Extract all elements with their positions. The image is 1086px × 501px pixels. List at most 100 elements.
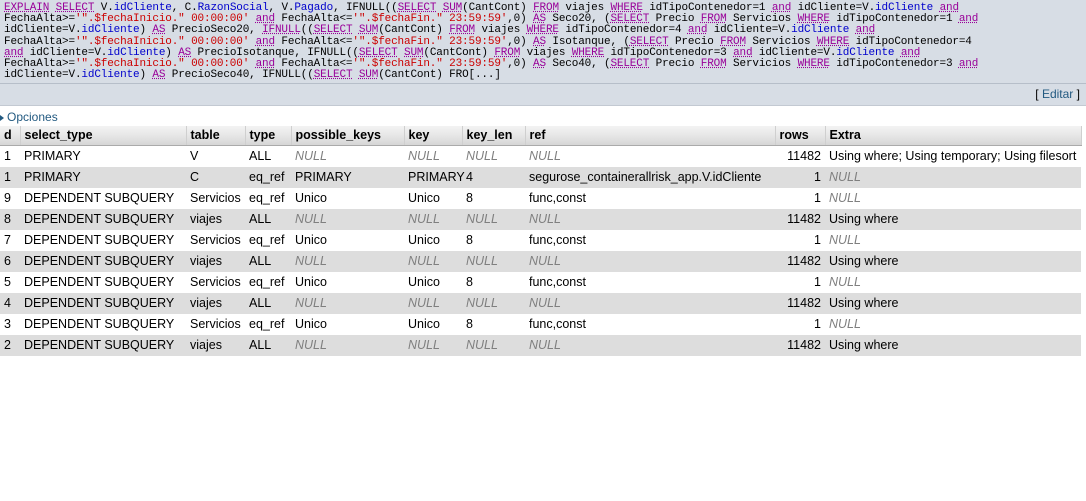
cell-possible_keys: Unico <box>291 230 404 252</box>
sql-token: SELECT <box>610 13 650 26</box>
table-row[interactable]: 5 DEPENDENT SUBQUERY Servicios eq_ref Unico U… <box>0 272 1081 294</box>
sql-token: (CantCont) FRO[...] <box>378 69 501 82</box>
null-value: NULL <box>295 254 327 269</box>
sql-token: AS <box>533 35 546 48</box>
cell-ref: segurose_containerallrisk_app.V.idClient… <box>525 167 775 189</box>
cell-table: viajes <box>186 293 245 315</box>
sql-token: PrecioSeco20, <box>165 24 263 37</box>
sql-token: AS <box>533 13 546 26</box>
table-row[interactable]: 4 DEPENDENT SUBQUERY viajes ALL NULL NULL NULL… <box>0 293 1081 315</box>
sql-token: FechaAlta<= <box>274 35 353 48</box>
cell-key: NULL <box>404 335 462 357</box>
table-row[interactable]: 8 DEPENDENT SUBQUERY viajes ALL NULL NULL NULL… <box>0 209 1081 231</box>
sql-token: idCliente=V. <box>707 24 792 37</box>
null-value: NULL <box>466 212 498 227</box>
sql-token: IFNULL(( <box>262 69 314 82</box>
sql-token: viajes <box>475 24 527 37</box>
sql-token: idCliente=V. <box>23 46 108 59</box>
null-value: NULL <box>466 254 498 269</box>
sql-query-text: EXPLAIN SELECT V.idCliente, C.RazonSocia… <box>4 2 1082 82</box>
table-header-row: d select_type table type possible_keys key key… <box>0 126 1082 147</box>
options-link[interactable]: Opciones <box>7 110 58 124</box>
sql-token: idCliente <box>836 46 895 59</box>
cell-key_len: NULL <box>462 251 525 273</box>
sql-token: WHERE <box>526 24 559 37</box>
table-row[interactable]: 2 DEPENDENT SUBQUERY viajes ALL NULL NULL NULL… <box>0 335 1081 357</box>
sql-token: '".$fechaFin." 23:59:59' <box>352 35 508 48</box>
cell-key: Unico <box>404 314 462 336</box>
sql-token: WHERE <box>610 2 643 14</box>
cell-key_len: NULL <box>462 145 525 168</box>
cell-ref: NULL <box>525 335 775 357</box>
cell-rows: 11482 <box>775 145 825 168</box>
table-row[interactable]: 6 DEPENDENT SUBQUERY viajes ALL NULL NULL NULL… <box>0 251 1081 273</box>
cell-extra: NULL <box>825 272 1081 294</box>
sql-token: idCliente <box>791 24 850 37</box>
sql-token: idCliente <box>107 46 166 59</box>
column-header-table[interactable]: table <box>186 126 246 147</box>
cell-extra: Using where <box>825 209 1081 231</box>
cell-possible_keys: Unico <box>291 272 404 294</box>
edit-query-link[interactable]: Editar <box>1042 87 1073 101</box>
sql-token: FROM <box>449 24 476 37</box>
sql-token: ,0) <box>507 13 534 26</box>
sql-token: and <box>733 46 753 59</box>
column-header-type[interactable]: type <box>245 126 292 147</box>
column-header-select_type[interactable]: select_type <box>20 126 187 147</box>
table-row[interactable]: 1 PRIMARY V ALL NULL NULL NULL NULL 11482 Using w… <box>0 145 1081 168</box>
cell-rows: 1 <box>775 272 825 294</box>
null-value: NULL <box>408 149 440 164</box>
sql-token: IFNULL <box>262 24 301 37</box>
column-header-rows[interactable]: rows <box>775 126 826 147</box>
column-header-key_len[interactable]: key_len <box>462 126 526 147</box>
null-value: NULL <box>829 317 861 332</box>
column-header-ref[interactable]: ref <box>525 126 776 147</box>
cell-select_type: DEPENDENT SUBQUERY <box>20 230 186 252</box>
sql-token: V. <box>281 2 295 14</box>
cell-key_len: 4 <box>462 167 525 189</box>
column-header-extra[interactable]: Extra <box>825 126 1082 147</box>
null-value: NULL <box>466 296 498 311</box>
table-row[interactable]: 9 DEPENDENT SUBQUERY Servicios eq_ref Unico U… <box>0 188 1081 210</box>
sql-token: Seco40, ( <box>545 58 611 71</box>
sql-token: '".$fechaInicio." 00:00:00' <box>74 13 250 26</box>
cell-d: 7 <box>0 230 20 252</box>
sql-token: WHERE <box>571 46 605 59</box>
column-header-key[interactable]: key <box>404 126 463 147</box>
cell-possible_keys: NULL <box>291 335 404 357</box>
sql-token: '".$fechaFin." 23:59:59' <box>352 13 508 26</box>
sql-token: C. <box>184 2 198 14</box>
sql-token: and <box>4 46 24 59</box>
sql-token: , <box>171 2 185 14</box>
sql-token: WHERE <box>816 35 850 48</box>
cell-possible_keys: NULL <box>291 251 404 273</box>
null-value: NULL <box>466 338 498 353</box>
sql-token: Pagado <box>294 2 334 14</box>
table-row[interactable]: 7 DEPENDENT SUBQUERY Servicios eq_ref Unico U… <box>0 230 1081 252</box>
cell-select_type: DEPENDENT SUBQUERY <box>20 293 186 315</box>
null-value: NULL <box>295 296 327 311</box>
null-value: NULL <box>408 212 440 227</box>
cell-key: NULL <box>404 293 462 315</box>
cell-select_type: DEPENDENT SUBQUERY <box>20 251 186 273</box>
null-value: NULL <box>295 212 327 227</box>
sql-token: and <box>900 46 921 59</box>
sql-token: ) <box>139 69 153 82</box>
sql-token: idTipoContenedor=4 <box>558 24 688 37</box>
cell-rows: 1 <box>775 167 825 189</box>
table-row[interactable]: 1 PRIMARY Ceq_ref PRIMARY PRIMARY 4 segurose_c… <box>0 167 1081 189</box>
column-header-possible_keys[interactable]: possible_keys <box>291 126 405 147</box>
sql-token: and <box>255 58 276 71</box>
cell-extra: Using where; Using temporary; Using file… <box>825 145 1081 168</box>
cell-key: Unico <box>404 188 462 210</box>
null-value: NULL <box>529 212 561 227</box>
table-row[interactable]: 3 DEPENDENT SUBQUERY Servicios eq_ref Unico U… <box>0 314 1081 336</box>
cell-d: 3 <box>0 314 20 336</box>
sql-token: and <box>855 24 876 37</box>
sql-token: FROM <box>533 2 559 14</box>
cell-type: ALL <box>245 293 291 315</box>
sql-token: and <box>958 58 979 71</box>
cell-table: C <box>186 167 245 189</box>
cell-ref: func,const <box>525 188 775 210</box>
column-header-d[interactable]: d <box>0 126 21 147</box>
